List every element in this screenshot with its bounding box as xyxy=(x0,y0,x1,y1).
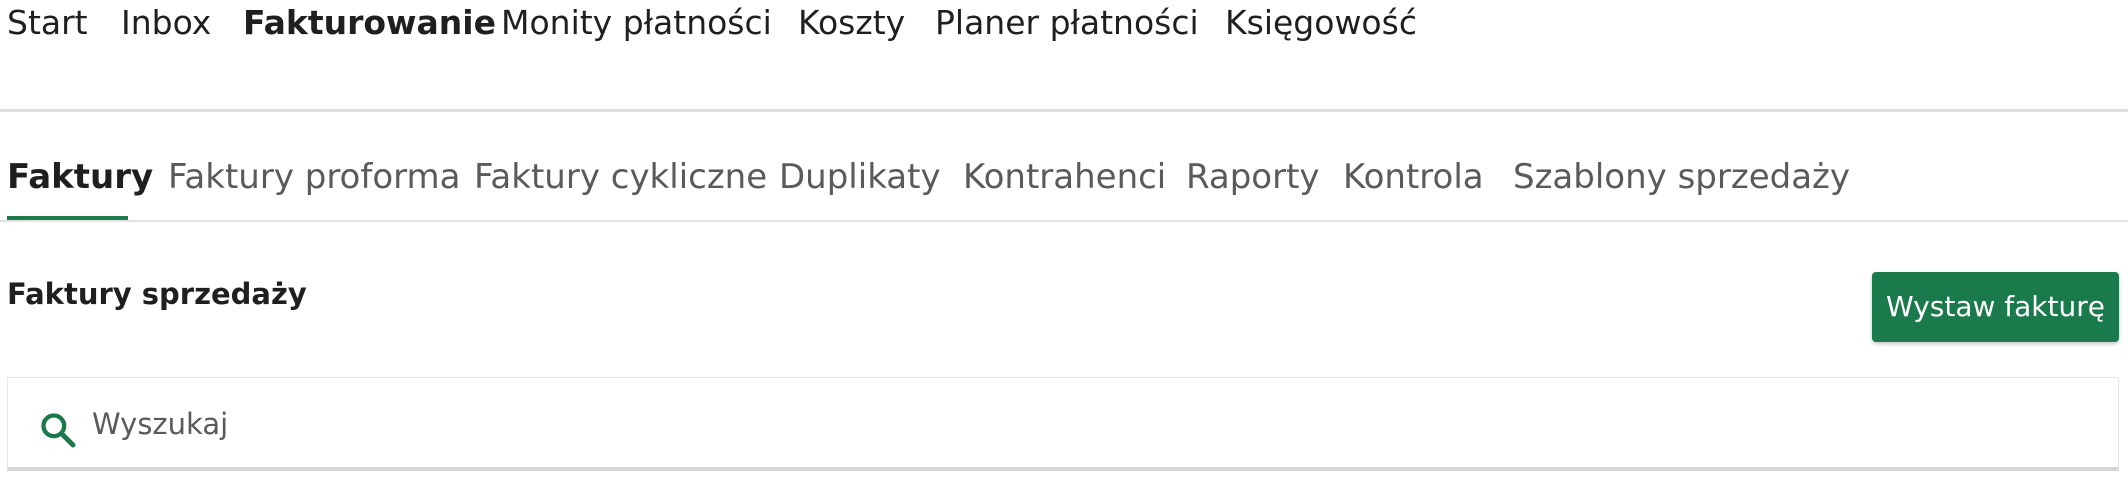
search-input[interactable]: Wyszukaj xyxy=(92,402,1992,446)
tab-faktury-cykliczne[interactable]: Faktury cykliczne xyxy=(474,154,767,200)
tab-kontrahenci[interactable]: Kontrahenci xyxy=(963,154,1166,200)
tab-szablony-sprzedazy[interactable]: Szablony sprzedaży xyxy=(1513,154,1850,200)
top-nav-item-ksiegowosc[interactable]: Księgowość xyxy=(1225,0,1417,46)
top-nav-item-monity-platnosci[interactable]: Monity płatności xyxy=(501,0,772,46)
search-field[interactable]: Wyszukaj xyxy=(7,377,2119,471)
invoicing-tabs: Faktury Faktury proforma Faktury cyklicz… xyxy=(0,112,2128,222)
top-nav-item-start[interactable]: Start xyxy=(7,0,88,46)
tab-raporty[interactable]: Raporty xyxy=(1186,154,1320,200)
top-nav-item-koszty[interactable]: Koszty xyxy=(798,0,905,46)
tab-kontrola[interactable]: Kontrola xyxy=(1343,154,1484,200)
active-tab-indicator xyxy=(7,216,128,220)
top-nav-item-planer-platnosci[interactable]: Planer płatności xyxy=(935,0,1199,46)
tab-faktury-proforma[interactable]: Faktury proforma xyxy=(168,154,460,200)
top-nav-item-fakturowanie[interactable]: Fakturowanie xyxy=(243,0,496,46)
tab-faktury[interactable]: Faktury xyxy=(7,154,153,200)
search-icon xyxy=(41,413,76,448)
issue-invoice-button[interactable]: Wystaw fakturę xyxy=(1872,272,2119,342)
tab-duplikaty[interactable]: Duplikaty xyxy=(779,154,941,200)
page-title: Faktury sprzedaży xyxy=(7,277,307,311)
top-nav-item-inbox[interactable]: Inbox xyxy=(121,0,211,46)
top-navigation: Start Inbox Fakturowanie Monity płatnośc… xyxy=(0,0,2128,112)
